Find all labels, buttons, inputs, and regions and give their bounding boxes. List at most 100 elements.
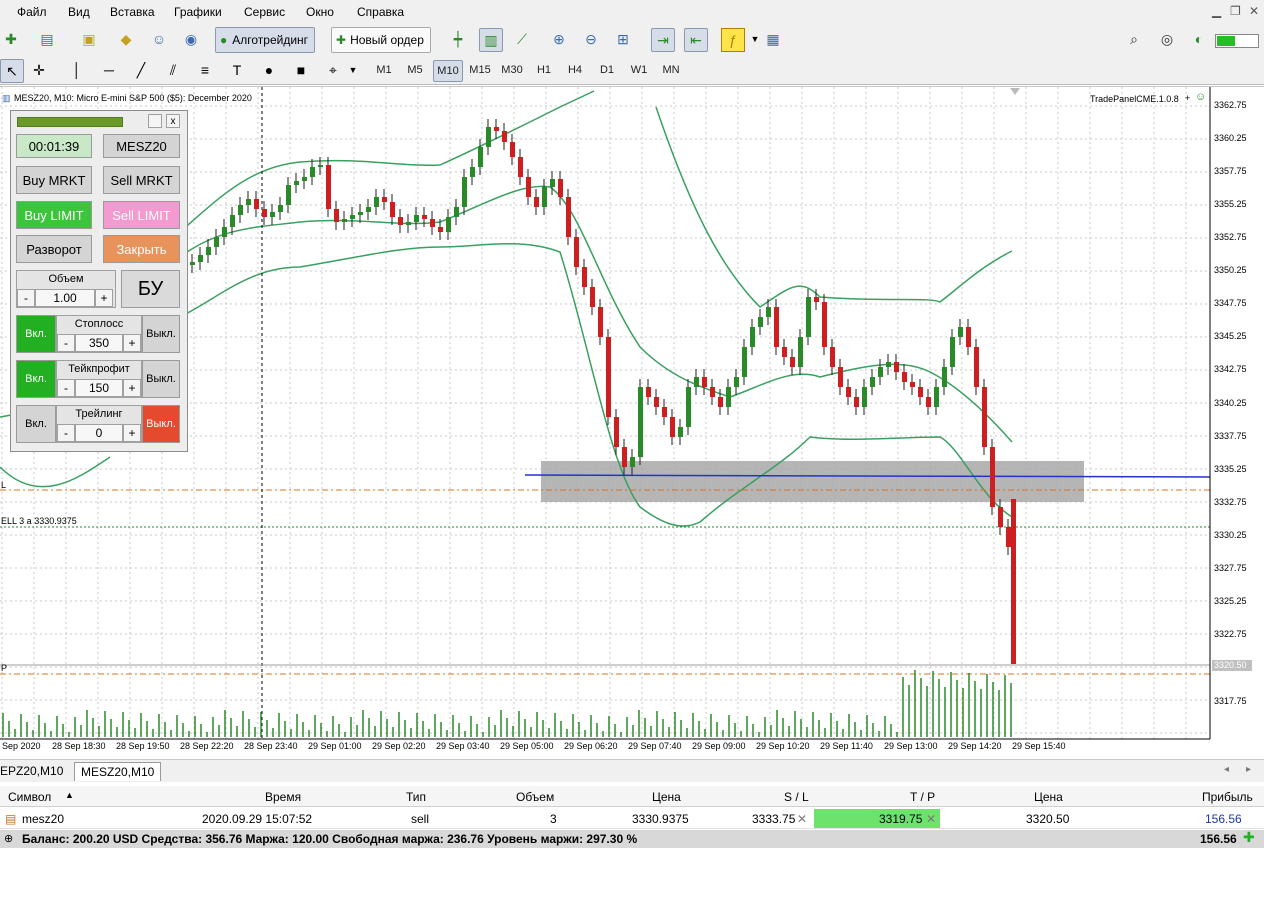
col-sl[interactable]: S / L	[784, 790, 809, 804]
stoploss-input[interactable]: 350	[75, 334, 123, 352]
price-chart[interactable]	[0, 87, 1264, 759]
menu-charts[interactable]: Графики	[174, 5, 222, 19]
tp-remove-icon[interactable]: ✕	[926, 812, 936, 826]
sl-remove-icon[interactable]: ✕	[797, 812, 807, 826]
takeprofit-plus-button[interactable]: +	[123, 379, 141, 397]
takeprofit-minus-button[interactable]: -	[57, 379, 75, 397]
buy-limit-button[interactable]: Buy LIMIT	[16, 201, 92, 229]
timeframe-w1[interactable]: W1	[627, 60, 651, 80]
col-profit[interactable]: Прибыль	[1202, 790, 1253, 804]
trailing-on-button[interactable]: Вкл.	[16, 405, 56, 443]
close-position-button[interactable]: Закрыть	[103, 235, 180, 263]
tab-epz20[interactable]: EPZ20,M10	[0, 762, 69, 780]
crosshair-icon[interactable]: ✛	[28, 59, 50, 81]
summary-toggle-icon[interactable]: ⊕	[4, 832, 13, 845]
vertical-line-icon[interactable]: │	[66, 59, 88, 81]
trade-panel[interactable]: x 00:01:39 MESZ20 Buy MRKT Sell MRKT Buy…	[10, 110, 188, 452]
trailing-minus-button[interactable]: -	[57, 424, 75, 442]
profiles-icon[interactable]: ▤	[36, 28, 58, 50]
candlestick-icon[interactable]: ▥	[479, 28, 503, 52]
text-icon[interactable]: T	[226, 59, 248, 81]
col-current-price[interactable]: Цена	[1034, 790, 1063, 804]
ellipse-icon[interactable]: ●	[258, 59, 280, 81]
trailing-plus-button[interactable]: +	[123, 424, 141, 442]
tab-scroll-left-icon[interactable]: ◂	[1224, 764, 1229, 775]
col-symbol[interactable]: Символ	[8, 790, 51, 804]
zoom-out-icon[interactable]: ⊖	[580, 28, 602, 50]
horizontal-line-icon[interactable]: ─	[98, 59, 120, 81]
takeprofit-on-button[interactable]: Вкл.	[16, 360, 56, 398]
fibonacci-icon[interactable]: ≡	[194, 59, 216, 81]
buy-market-button[interactable]: Buy MRKT	[16, 166, 92, 194]
chevron-down-icon[interactable]: ▼	[342, 59, 364, 81]
restore-icon[interactable]: ❐	[1230, 4, 1241, 18]
tile-windows-icon[interactable]: ⊞	[612, 28, 634, 50]
search-icon[interactable]: ⌕	[1123, 28, 1145, 50]
expert-icon[interactable]: ☺	[1195, 91, 1206, 103]
menu-view[interactable]: Вид	[68, 5, 90, 19]
menu-window[interactable]: Окно	[306, 5, 334, 19]
cursor-icon[interactable]: ↖	[0, 59, 24, 83]
timeframe-d1[interactable]: D1	[595, 60, 619, 80]
timeframe-mn[interactable]: MN	[659, 60, 683, 80]
takeprofit-input[interactable]: 150	[75, 379, 123, 397]
timeframe-m15[interactable]: M15	[466, 60, 494, 80]
sell-limit-button[interactable]: Sell LIMIT	[103, 201, 180, 229]
col-volume[interactable]: Объем	[516, 790, 554, 804]
add-icon[interactable]: ✚	[1243, 829, 1255, 846]
new-order-button[interactable]: ✚ Новый ордер	[331, 27, 431, 53]
timeframe-h1[interactable]: H1	[532, 60, 556, 80]
auto-scroll-icon[interactable]: ⇥	[651, 28, 675, 52]
bar-chart-icon[interactable]: ┿	[447, 28, 469, 50]
new-chart-icon[interactable]: ✚	[0, 28, 22, 50]
stoploss-on-button[interactable]: Вкл.	[16, 315, 56, 353]
stoploss-plus-button[interactable]: +	[123, 334, 141, 352]
trendline-icon[interactable]: ╱	[130, 59, 152, 81]
algotrading-button[interactable]: ● Алготрейдинг	[215, 27, 316, 53]
col-type[interactable]: Тип	[406, 790, 426, 804]
col-price[interactable]: Цена	[652, 790, 681, 804]
level-icon[interactable]: ◐	[1188, 28, 1210, 50]
sell-market-button[interactable]: Sell MRKT	[103, 166, 180, 194]
tab-mesz20[interactable]: MESZ20,M10	[74, 762, 162, 781]
reverse-button[interactable]: Разворот	[16, 235, 92, 263]
stoploss-minus-button[interactable]: -	[57, 334, 75, 352]
takeprofit-off-button[interactable]: Выкл.	[142, 360, 180, 398]
close-icon[interactable]: ✕	[1249, 4, 1259, 18]
navigator-icon[interactable]: ☺	[148, 28, 170, 50]
col-tp[interactable]: T / P	[910, 790, 935, 804]
panel-close-button[interactable]: x	[166, 114, 180, 128]
shapes-icon[interactable]: ⌖	[322, 59, 344, 81]
volume-plus-button[interactable]: +	[95, 289, 113, 307]
menu-tools[interactable]: Сервис	[244, 5, 285, 19]
volume-input[interactable]: 1.00	[35, 289, 95, 307]
breakeven-button[interactable]: БУ	[121, 270, 180, 308]
volume-minus-button[interactable]: -	[17, 289, 35, 307]
equidistant-channel-icon[interactable]: ⫽	[162, 59, 184, 81]
trailing-off-button[interactable]: Выкл.	[142, 405, 180, 443]
tab-scroll-right-icon[interactable]: ▸	[1246, 764, 1251, 775]
templates-chart-icon[interactable]: ▦	[762, 28, 784, 50]
chart-shift-icon[interactable]: ⇤	[684, 28, 708, 52]
chart-window[interactable]: ▥ MESZ20, M10: Micro E-mini S&P 500 ($5)…	[0, 86, 1264, 759]
symbol-button[interactable]: MESZ20	[103, 134, 180, 158]
rectangle-icon[interactable]: ■	[290, 59, 312, 81]
templates-icon[interactable]: ▣	[78, 28, 100, 50]
account-icon[interactable]: ◎	[1156, 28, 1178, 50]
stoploss-off-button[interactable]: Выкл.	[142, 315, 180, 353]
timeframe-m5[interactable]: M5	[403, 60, 427, 80]
indicators-icon[interactable]: ƒ	[721, 28, 745, 52]
market-watch-icon[interactable]: ◆	[115, 28, 137, 50]
menu-file[interactable]: Файл	[17, 5, 47, 19]
timeframe-m10[interactable]: M10	[433, 60, 463, 82]
zoom-in-icon[interactable]: ⊕	[548, 28, 570, 50]
timeframe-h4[interactable]: H4	[563, 60, 587, 80]
menu-help[interactable]: Справка	[357, 5, 404, 19]
timeframe-m30[interactable]: M30	[498, 60, 526, 80]
signal-icon[interactable]: ◉	[180, 28, 202, 50]
trailing-input[interactable]: 0	[75, 424, 123, 442]
line-chart-icon[interactable]: ⟋	[511, 28, 533, 50]
menu-insert[interactable]: Вставка	[110, 5, 155, 19]
minimize-icon[interactable]: ▁	[1212, 4, 1221, 18]
timeframe-m1[interactable]: M1	[372, 60, 396, 80]
